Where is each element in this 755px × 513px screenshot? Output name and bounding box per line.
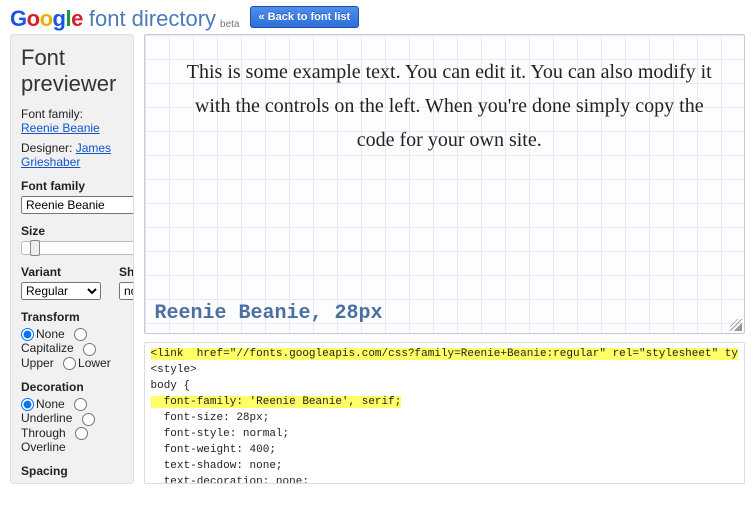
preview-caption: Reenie Beanie, 28px [155,302,383,325]
back-to-list-button[interactable]: « Back to font list [250,6,360,28]
variant-select[interactable]: Regular [21,282,101,300]
decoration-underline-radio[interactable] [74,398,87,411]
product-name: font directory [89,6,216,32]
code-output[interactable]: <link href="//fonts.googleapis.com/css?f… [144,342,746,484]
preview-text[interactable]: This is some example text. You can edit … [145,35,745,167]
beta-label: beta [220,19,239,30]
code-link-line: <link href="//fonts.googleapis.com/css?f… [151,348,739,360]
variant-heading: Variant [21,265,101,279]
size-heading: Size [21,224,123,238]
shadow-select[interactable]: none [119,282,134,300]
preview-pane: This is some example text. You can edit … [144,34,746,334]
shadow-heading: Shadow: [119,265,134,279]
decoration-heading: Decoration [21,380,123,394]
decoration-radio-group: None Underline Through Overline [21,397,123,454]
font-family-link[interactable]: Reenie Beanie [21,121,100,135]
decoration-overline-radio[interactable] [75,427,88,440]
font-family-label: Font family: [21,107,83,121]
controls-sidebar: Font previewer Font family: Reenie Beani… [10,34,134,484]
sidebar-title: Font previewer [21,45,123,97]
transform-upper-radio[interactable] [83,343,96,356]
decoration-none-radio[interactable] [21,398,34,411]
decoration-through-radio[interactable] [82,413,95,426]
font-family-heading: Font family [21,179,123,193]
google-logo: Google [10,6,83,32]
decoration-overline-label: Overline [21,440,66,454]
designer-label: Designer: [21,141,72,155]
font-family-select[interactable]: Reenie Beanie [21,196,134,214]
transform-heading: Transform [21,310,123,324]
resize-handle-icon[interactable] [730,319,742,331]
letter-label: Letter [21,481,123,484]
transform-radio-group: None Capitalize Upper Lower [21,327,123,370]
transform-none-radio[interactable] [21,328,34,341]
transform-capitalize-radio[interactable] [74,328,87,341]
transform-lower-radio[interactable] [63,357,76,370]
size-slider[interactable] [21,241,134,255]
spacing-heading: Spacing [21,464,123,478]
